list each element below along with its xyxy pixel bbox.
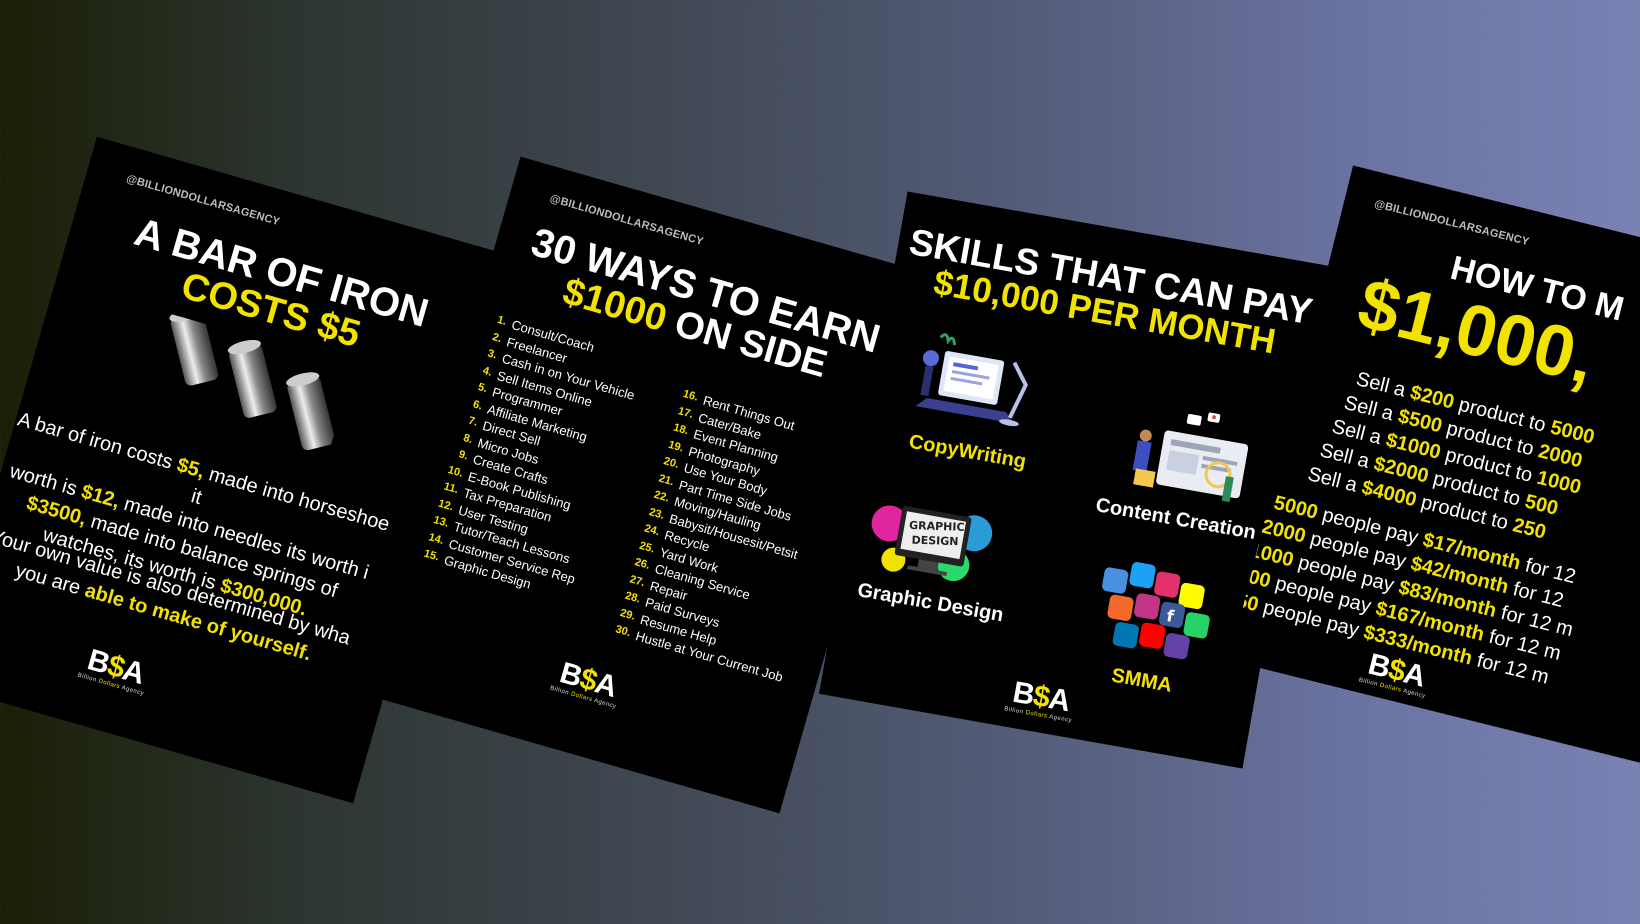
post-card-skills[interactable]: SKILLS THAT CAN PAY $10,000 PER MONTH Co… xyxy=(818,191,1332,769)
bsa-logo: B$A Billion Dollars Agency xyxy=(1004,676,1078,724)
skill-smma: SMMA xyxy=(1109,664,1174,697)
logo-a: A xyxy=(1046,682,1073,719)
quantity: 500 xyxy=(1522,490,1561,520)
account-handle: @BILLIONDOLLARSAGENCY xyxy=(1372,198,1531,249)
bsa-logo: B$A Billion Dollars Agency xyxy=(77,643,153,697)
svg-text:DESIGN: DESIGN xyxy=(911,534,958,549)
pay-lines: 5000 people pay $17/month for 12 2000 peo… xyxy=(1230,166,1640,689)
smma-illustration: f xyxy=(1102,562,1210,660)
bsa-logo: B$A Billion Dollars Agency xyxy=(549,656,625,710)
sell-lines: Sell a $200 product to 5000 Sell a $500 p… xyxy=(1305,166,1640,544)
text: worth is xyxy=(7,460,85,502)
svg-text:GRAPHIC: GRAPHIC xyxy=(909,519,965,534)
post-card-million[interactable]: @BILLIONDOLLARSAGENCY HOW TO M $1,000, S… xyxy=(1229,165,1640,765)
copywriting-illustration xyxy=(915,333,1028,427)
quantity: 250 xyxy=(1510,514,1549,544)
